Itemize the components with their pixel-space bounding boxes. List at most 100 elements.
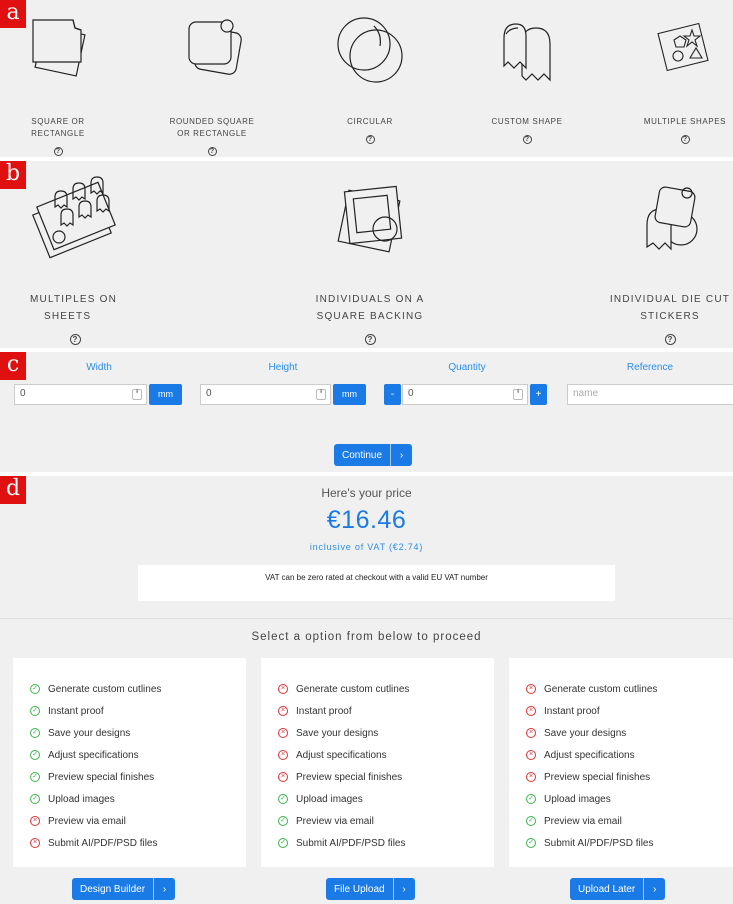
x-circle-icon: × bbox=[526, 772, 536, 782]
x-circle-icon: × bbox=[526, 750, 536, 760]
shape-option-rounded[interactable]: ROUNDED SQUARE OR RECTANGLE ? bbox=[166, 10, 258, 158]
x-circle-icon: × bbox=[278, 750, 288, 760]
option-button[interactable]: File Upload › bbox=[326, 878, 415, 900]
width-input[interactable]: 0 ⬍ bbox=[14, 384, 147, 405]
feature-label: Preview special finishes bbox=[544, 771, 651, 783]
option-button-label: Design Builder bbox=[80, 883, 146, 895]
feature-label: Generate custom cutlines bbox=[544, 683, 658, 695]
option-button[interactable]: Design Builder › bbox=[72, 878, 176, 900]
shape-option-multiple[interactable]: MULTIPLE SHAPES ? bbox=[643, 10, 727, 146]
check-circle-icon: ✓ bbox=[278, 816, 288, 826]
continue-button[interactable]: Continue › bbox=[334, 444, 413, 466]
reference-input[interactable]: name bbox=[567, 384, 733, 405]
feature-label: Generate custom cutlines bbox=[296, 683, 410, 695]
feature-row: × Preview special finishes bbox=[509, 766, 733, 788]
chevron-right-icon: › bbox=[643, 878, 665, 900]
shape-label-rounded: ROUNDED SQUARE OR RECTANGLE bbox=[169, 117, 255, 138]
panel-badge-c: c bbox=[0, 352, 26, 380]
x-circle-icon: × bbox=[278, 684, 288, 694]
feature-row: ✓ Submit AI/PDF/PSD files bbox=[261, 832, 494, 854]
help-icon[interactable]: ? bbox=[207, 147, 217, 156]
feature-row: ✓ Submit AI/PDF/PSD files bbox=[509, 832, 733, 854]
feature-label: Preview special finishes bbox=[296, 771, 403, 783]
x-circle-icon: × bbox=[30, 816, 40, 826]
check-circle-icon: ✓ bbox=[526, 816, 536, 826]
feature-row: × Instant proof bbox=[509, 700, 733, 722]
format-option-die-cut[interactable]: INDIVIDUAL DIE CUT STICKERS ? bbox=[608, 171, 732, 347]
option-card: ✓ Generate custom cutlines ✓ Instant proof ✓… bbox=[13, 658, 246, 867]
quantity-increment-button[interactable]: + bbox=[530, 384, 547, 405]
check-circle-icon: ✓ bbox=[278, 794, 288, 804]
feature-row: × Adjust specifications bbox=[509, 744, 733, 766]
vat-line: inclusive of VAT (€2.74) bbox=[309, 542, 424, 552]
chevron-right-icon: › bbox=[392, 878, 415, 900]
height-unit-button[interactable]: mm bbox=[333, 384, 366, 405]
help-icon[interactable]: ? bbox=[364, 334, 376, 345]
circle-sticker-icon bbox=[337, 17, 403, 83]
check-circle-icon: ✓ bbox=[30, 794, 40, 804]
format-option-sheets[interactable]: MULTIPLES ON SHEETS ? bbox=[20, 171, 130, 347]
shape-option-square[interactable]: SQUARE OR RECTANGLE ? bbox=[18, 10, 98, 158]
square-sticker-icon bbox=[32, 19, 86, 77]
feature-row: × Save your designs bbox=[509, 722, 733, 744]
option-card: × Generate custom cutlines × Instant proof ×… bbox=[261, 658, 494, 867]
feature-label: Submit AI/PDF/PSD files bbox=[296, 837, 406, 849]
format-selector-panel: b MULTIPLES ON SHEETS ? INDIVIDUALS ON A… bbox=[0, 161, 733, 348]
height-input[interactable]: 0 ⬍ bbox=[200, 384, 331, 405]
width-unit-button[interactable]: mm bbox=[149, 384, 182, 405]
help-icon[interactable]: ? bbox=[69, 334, 81, 345]
spinner-icon[interactable]: ⬍ bbox=[513, 389, 523, 400]
check-circle-icon: ✓ bbox=[526, 794, 536, 804]
shape-option-custom[interactable]: CUSTOM SHAPE ? bbox=[486, 10, 568, 146]
feature-row: × Save your designs bbox=[261, 722, 494, 744]
feature-row: ✓ Save your designs bbox=[13, 722, 246, 744]
help-icon[interactable]: ? bbox=[522, 135, 532, 144]
x-circle-icon: × bbox=[278, 772, 288, 782]
quantity-label: Quantity bbox=[448, 362, 486, 373]
shape-label-square: SQUARE OR RECTANGLE bbox=[31, 117, 85, 138]
feature-row: ✓ Upload images bbox=[13, 788, 246, 810]
feature-row: ✓ Preview via email bbox=[261, 810, 494, 832]
help-icon[interactable]: ? bbox=[53, 147, 63, 156]
spinner-icon[interactable]: ⬍ bbox=[132, 389, 142, 400]
feature-label: Adjust specifications bbox=[48, 749, 139, 761]
custom-shape-sticker-icon bbox=[503, 23, 551, 82]
feature-row: ✓ Preview special finishes bbox=[13, 766, 246, 788]
feature-label: Instant proof bbox=[48, 705, 104, 717]
quantity-input[interactable]: 0 ⬍ bbox=[402, 384, 528, 405]
die-cut-icon bbox=[646, 186, 698, 251]
check-circle-icon: ✓ bbox=[30, 706, 40, 716]
help-icon[interactable]: ? bbox=[365, 135, 375, 144]
feature-label: Submit AI/PDF/PSD files bbox=[544, 837, 654, 849]
format-label-die-cut: INDIVIDUAL DIE CUT STICKERS bbox=[609, 294, 731, 322]
square-backing-icon bbox=[337, 185, 403, 253]
feature-row: × Generate custom cutlines bbox=[509, 678, 733, 700]
option-button-label: File Upload bbox=[334, 883, 385, 895]
shape-option-circular[interactable]: CIRCULAR ? bbox=[330, 10, 410, 146]
option-button[interactable]: Upload Later › bbox=[570, 878, 666, 900]
spinner-icon[interactable]: ⬍ bbox=[316, 389, 326, 400]
feature-label: Adjust specifications bbox=[296, 749, 387, 761]
option-card: × Generate custom cutlines × Instant proof ×… bbox=[509, 658, 733, 867]
help-icon[interactable]: ? bbox=[680, 135, 690, 144]
dimensions-panel: c Width 0 ⬍ mm Height 0 ⬍ mm Quantity - … bbox=[0, 352, 733, 472]
height-label: Height bbox=[268, 362, 298, 373]
feature-row: ✓ Preview via email bbox=[509, 810, 733, 832]
chevron-right-icon: › bbox=[390, 444, 412, 466]
format-option-square-backing[interactable]: INDIVIDUALS ON A SQUARE BACKING ? bbox=[310, 171, 430, 347]
feature-label: Save your designs bbox=[48, 727, 131, 739]
x-circle-icon: × bbox=[526, 684, 536, 694]
vat-note: VAT can be zero rated at checkout with a… bbox=[138, 565, 615, 601]
x-circle-icon: × bbox=[278, 706, 288, 716]
option-button-label: Upload Later bbox=[578, 883, 636, 895]
quantity-decrement-button[interactable]: - bbox=[384, 384, 401, 405]
x-circle-icon: × bbox=[30, 838, 40, 848]
feature-row: × Preview special finishes bbox=[261, 766, 494, 788]
check-circle-icon: ✓ bbox=[526, 838, 536, 848]
reference-label: Reference bbox=[626, 362, 674, 373]
feature-row: × Generate custom cutlines bbox=[261, 678, 494, 700]
format-label-square-backing: INDIVIDUALS ON A SQUARE BACKING bbox=[315, 294, 425, 322]
panel-badge-d: d bbox=[0, 476, 26, 504]
feature-label: Preview via email bbox=[48, 815, 126, 827]
help-icon[interactable]: ? bbox=[664, 334, 676, 345]
